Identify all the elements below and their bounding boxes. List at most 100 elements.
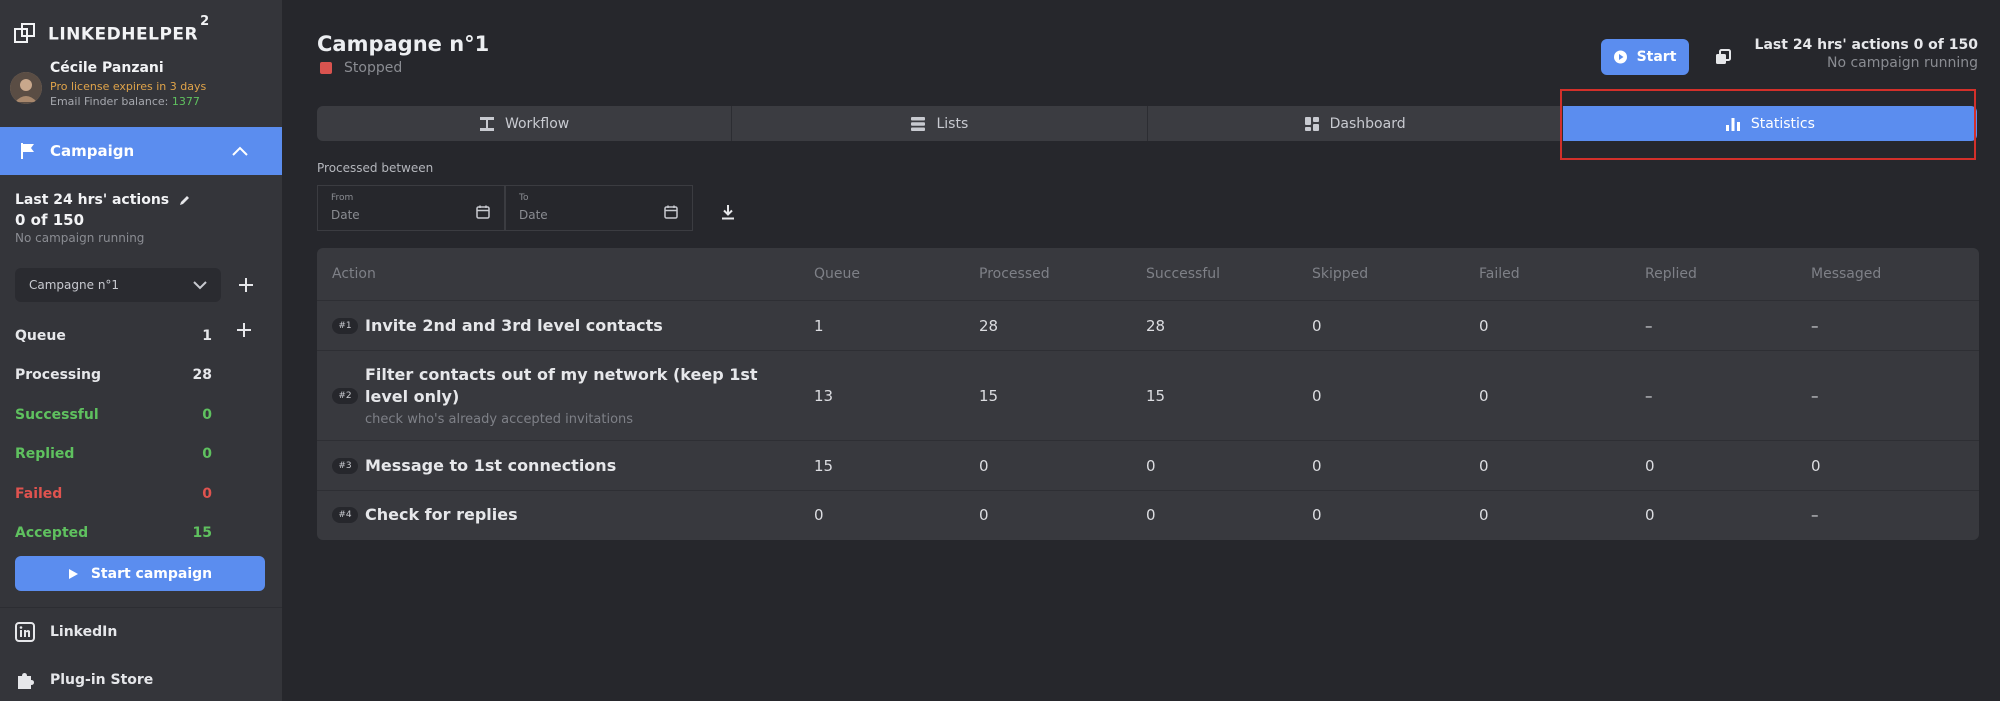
cell-successful: 15 — [1146, 386, 1166, 405]
calendar-icon[interactable] — [664, 205, 678, 219]
cell-queue: 13 — [814, 386, 834, 405]
action-cell: #1 Invite 2nd and 3rd level contacts — [317, 315, 814, 337]
col-skipped: Skipped — [1312, 266, 1369, 282]
col-messaged: Messaged — [1811, 266, 1882, 282]
actions-status: No campaign running — [15, 231, 145, 245]
tab-statistics[interactable]: Statistics — [1562, 106, 1977, 141]
calendar-icon[interactable] — [476, 205, 490, 219]
cell-failed: 0 — [1479, 456, 1489, 475]
status-text: Stopped — [344, 60, 403, 76]
table-row[interactable]: #4 Check for replies 0 0 0 0 0 0 – — [317, 491, 1979, 539]
table-row[interactable]: #3 Message to 1st connections 15 0 0 0 0… — [317, 441, 1979, 491]
action-name: Check for replies — [365, 505, 518, 524]
campaign-status: Stopped — [320, 60, 402, 76]
campaign-section-header[interactable]: Campaign — [0, 127, 282, 175]
date-from-placeholder: Date — [331, 208, 360, 222]
campaign-label: Campaign — [50, 142, 135, 160]
cell-queue: 15 — [814, 456, 834, 475]
col-failed: Failed — [1479, 266, 1520, 282]
action-number-badge: #4 — [332, 507, 358, 523]
stat-queue: Queue 1 — [15, 327, 212, 344]
logo-icon — [14, 23, 35, 43]
bar-chart-icon — [1725, 117, 1740, 131]
action-cell: #4 Check for replies — [317, 504, 814, 526]
avatar[interactable] — [10, 72, 42, 104]
sidebar-divider — [0, 607, 282, 608]
cell-messaged: – — [1811, 316, 1819, 335]
play-icon — [68, 568, 78, 579]
action-number-badge: #2 — [332, 387, 358, 404]
cell-skipped: 0 — [1312, 456, 1322, 475]
start-button[interactable]: Start — [1601, 39, 1689, 75]
add-campaign-icon[interactable] — [238, 277, 254, 293]
table-row[interactable]: #1 Invite 2nd and 3rd level contacts 1 2… — [317, 301, 1979, 351]
col-replied: Replied — [1645, 266, 1697, 282]
date-to-placeholder: Date — [519, 208, 548, 222]
user-name: Cécile Panzani — [50, 60, 164, 76]
campaign-select[interactable]: Campagne n°1 — [15, 268, 221, 302]
pencil-icon[interactable] — [179, 194, 191, 206]
app-logo: LINKEDHELPER2 — [14, 13, 210, 48]
cell-messaged: – — [1811, 386, 1819, 405]
date-from-field[interactable]: From Date — [317, 185, 505, 231]
action-number-badge: #1 — [332, 317, 358, 334]
stat-replied: Replied 0 — [15, 446, 212, 463]
date-to-label: To — [519, 193, 529, 203]
cell-skipped: 0 — [1312, 316, 1322, 335]
sidebar: LINKEDHELPER2 Cécile Panzani Pro license… — [0, 0, 282, 701]
action-name: Invite 2nd and 3rd level contacts — [365, 315, 663, 335]
tab-lists[interactable]: Lists — [732, 106, 1148, 141]
action-name: Message to 1st connections — [365, 455, 617, 475]
campaign-stats: Queue 1 Processing 28 Successful 0 Repli… — [15, 316, 215, 553]
actions-title: Last 24 hrs' actions — [15, 192, 170, 208]
last-24h-actions: Last 24 hrs' actions 0 of 150 No campaig… — [15, 192, 275, 245]
list-icon — [911, 116, 926, 131]
cell-replied: 0 — [1645, 456, 1655, 475]
stat-processing: Processing 28 — [15, 367, 212, 384]
logo-text: LINKEDHELPER2 — [48, 13, 210, 45]
top-actions-count: Last 24 hrs' actions 0 of 150 — [1754, 37, 1978, 53]
cell-replied: – — [1645, 316, 1653, 335]
table-row[interactable]: #2 Filter contacts out of my network (ke… — [317, 351, 1979, 441]
date-from-label: From — [331, 193, 354, 203]
cell-successful: 28 — [1146, 316, 1166, 335]
page-title: Campagne n°1 — [317, 32, 490, 56]
tab-workflow[interactable]: Workflow — [317, 106, 733, 141]
sidebar-item-linkedin[interactable]: LinkedIn — [15, 622, 117, 642]
actions-count: 0 of 150 — [15, 211, 85, 229]
workflow-icon — [479, 116, 494, 131]
play-icon — [1613, 50, 1627, 64]
action-number-badge: #3 — [332, 457, 358, 474]
cell-processed: 15 — [979, 386, 999, 405]
avatar-icon — [10, 72, 42, 104]
cell-processed: 28 — [979, 316, 999, 335]
top-actions-summary: Last 24 hrs' actions 0 of 150 No campaig… — [1755, 37, 1978, 71]
start-campaign-button[interactable]: Start campaign — [15, 556, 265, 591]
action-subtitle: check who's already accepted invitations — [365, 412, 634, 427]
col-action: Action — [332, 266, 376, 282]
processed-between-label: Processed between — [317, 161, 434, 175]
cell-messaged: – — [1811, 506, 1819, 524]
col-queue: Queue — [814, 266, 860, 282]
cell-successful: 0 — [1146, 506, 1156, 524]
user-profile: Cécile Panzani Pro license expires in 3 … — [10, 60, 206, 108]
sidebar-item-plugin-store[interactable]: Plug-in Store — [15, 670, 153, 690]
cell-replied: – — [1645, 386, 1653, 405]
cell-skipped: 0 — [1312, 386, 1322, 405]
chevron-down-icon — [193, 280, 207, 289]
cell-messaged: 0 — [1811, 456, 1821, 475]
chevron-up-icon[interactable] — [232, 146, 248, 156]
table-header: Action Queue Processed Successful Skippe… — [317, 248, 1979, 301]
cell-processed: 0 — [979, 456, 989, 475]
stat-successful: Successful 0 — [15, 406, 212, 423]
col-successful: Successful — [1146, 266, 1221, 282]
tab-dashboard[interactable]: Dashboard — [1148, 106, 1563, 141]
linkedin-icon — [15, 622, 35, 642]
date-to-field[interactable]: To Date — [505, 185, 693, 231]
download-icon[interactable] — [720, 204, 736, 220]
tab-bar: Workflow Lists Dashboard Statistics — [317, 106, 1977, 141]
duplicate-icon[interactable] — [1713, 47, 1733, 67]
email-finder-balance: Email Finder balance: 1377 — [50, 95, 200, 108]
add-to-queue-icon[interactable] — [236, 322, 252, 338]
statistics-table: Action Queue Processed Successful Skippe… — [317, 248, 1979, 540]
